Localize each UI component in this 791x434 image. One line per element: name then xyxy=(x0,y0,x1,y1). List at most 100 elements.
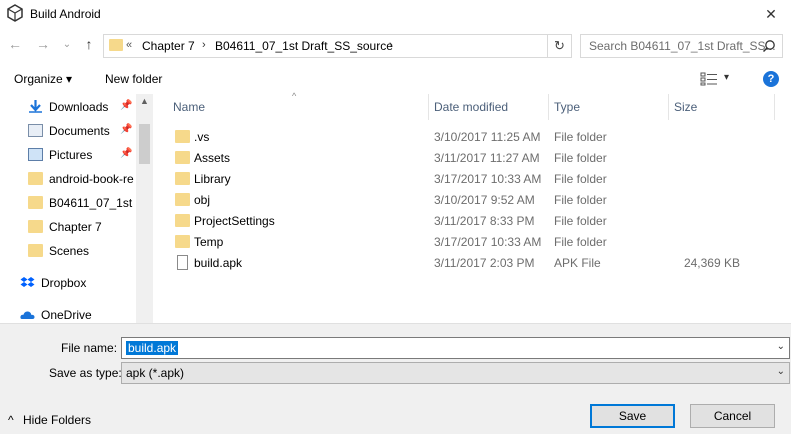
table-row[interactable]: ProjectSettings 3/11/2017 8:33 PM File f… xyxy=(153,210,773,231)
file-date: 3/17/2017 10:33 AM xyxy=(434,172,542,186)
search-icon xyxy=(762,40,775,53)
chevron-right-icon[interactable]: › xyxy=(202,39,206,51)
pin-icon[interactable]: 📌 xyxy=(120,124,132,135)
file-date: 3/10/2017 11:25 AM xyxy=(434,130,541,144)
view-options-icon[interactable] xyxy=(700,72,718,86)
pictures-icon xyxy=(28,148,43,161)
sidebar-item-android-book[interactable]: android-book-re xyxy=(0,168,136,190)
sidebar-item-downloads[interactable]: Downloads 📌 xyxy=(0,96,136,118)
column-divider[interactable] xyxy=(668,94,669,120)
column-divider[interactable] xyxy=(774,94,775,120)
overflow-chevron-icon[interactable]: « xyxy=(126,39,132,51)
column-divider[interactable] xyxy=(548,94,549,120)
chevron-down-icon[interactable]: ⌄ xyxy=(777,341,785,352)
back-button[interactable]: ← xyxy=(6,36,24,52)
scrollbar-thumb[interactable] xyxy=(139,124,150,164)
refresh-button[interactable]: ↻ xyxy=(548,34,572,58)
sidebar-item-label: Dropbox xyxy=(41,276,87,290)
recent-locations-button[interactable]: ⌄ xyxy=(58,39,76,50)
sidebar-item-dropbox[interactable]: Dropbox xyxy=(0,272,136,294)
file-type: File folder xyxy=(554,172,607,186)
file-date: 3/10/2017 9:52 AM xyxy=(434,193,535,207)
sidebar-item-label: Pictures xyxy=(49,148,93,162)
file-name: Assets xyxy=(194,151,231,165)
download-icon xyxy=(29,100,42,113)
pin-icon[interactable]: 📌 xyxy=(120,100,132,111)
view-dropdown-button[interactable]: ▾ xyxy=(724,72,729,83)
file-name-label: File name: xyxy=(61,341,118,355)
close-button[interactable]: ✕ xyxy=(751,0,791,28)
chevron-down-icon[interactable]: ⌄ xyxy=(777,366,785,377)
sidebar-item-label: android-book-re xyxy=(49,172,134,186)
search-input[interactable]: Search B04611_07_1st Draft_SS... xyxy=(580,34,783,58)
column-header-name[interactable]: Name xyxy=(173,100,205,114)
sidebar-item-onedrive[interactable]: OneDrive xyxy=(0,304,136,323)
folder-icon xyxy=(175,214,190,227)
search-placeholder: Search B04611_07_1st Draft_SS... xyxy=(589,39,776,53)
folder-icon xyxy=(175,151,190,164)
unity-logo-icon xyxy=(7,4,23,22)
pin-icon[interactable]: 📌 xyxy=(120,148,132,159)
file-type: File folder xyxy=(554,130,607,144)
breadcrumb-chapter-7[interactable]: Chapter 7 xyxy=(142,39,195,53)
table-row[interactable]: Library 3/17/2017 10:33 AM File folder xyxy=(153,168,773,189)
file-date: 3/11/2017 8:33 PM xyxy=(434,214,535,228)
sidebar-item-documents[interactable]: Documents 📌 xyxy=(0,120,136,142)
table-row[interactable]: Temp 3/17/2017 10:33 AM File folder xyxy=(153,231,773,252)
file-name: ProjectSettings xyxy=(194,214,275,228)
sidebar-scrollbar[interactable]: ▲ xyxy=(136,94,153,323)
sidebar-item-label: B04611_07_1st D xyxy=(49,196,145,210)
hide-folders-label: Hide Folders xyxy=(22,413,92,427)
column-header-type[interactable]: Type xyxy=(554,100,580,114)
sidebar-item-pictures[interactable]: Pictures 📌 xyxy=(0,144,136,166)
sidebar-item-label: Scenes xyxy=(49,244,90,258)
table-row[interactable]: Assets 3/11/2017 11:27 AM File folder xyxy=(153,147,773,168)
file-list[interactable]: ^ Name Date modified Type Size .vs 3/10/… xyxy=(153,91,791,323)
sidebar-item-chapter-7[interactable]: Chapter 7 xyxy=(0,216,136,238)
table-row[interactable]: obj 3/10/2017 9:52 AM File folder xyxy=(153,189,773,210)
sidebar-item-scenes[interactable]: Scenes xyxy=(0,240,136,262)
command-toolbar: Organize ▾ New folder ▾ xyxy=(0,64,791,94)
table-row[interactable]: .vs 3/10/2017 11:25 AM File folder xyxy=(153,126,773,147)
save-type-select[interactable]: apk (*.apk) ⌄ xyxy=(121,362,790,384)
file-name: build.apk xyxy=(194,256,243,270)
table-row[interactable]: build.apk 3/11/2017 2:03 PM APK File 24,… xyxy=(153,252,773,273)
file-name-value[interactable]: build.apk xyxy=(126,341,179,355)
column-header-date[interactable]: Date modified xyxy=(434,100,508,114)
hide-folders-button[interactable]: ^ Hide Folders xyxy=(8,413,91,427)
folder-icon xyxy=(175,193,190,206)
file-type: File folder xyxy=(554,193,607,207)
save-button[interactable]: Save xyxy=(590,404,675,428)
file-icon xyxy=(177,255,188,270)
close-icon: ✕ xyxy=(765,5,777,22)
file-type: File folder xyxy=(554,214,607,228)
column-header-size[interactable]: Size xyxy=(674,100,697,114)
new-folder-button[interactable]: New folder xyxy=(105,72,162,86)
forward-button[interactable]: → xyxy=(34,36,52,52)
file-date: 3/11/2017 2:03 PM xyxy=(434,256,535,270)
column-divider[interactable] xyxy=(428,94,429,120)
refresh-icon: ↻ xyxy=(554,38,565,53)
sidebar-item-b04611[interactable]: B04611_07_1st D xyxy=(0,192,144,214)
sidebar-item-label: Documents xyxy=(49,124,110,138)
organize-menu[interactable]: Organize ▾ xyxy=(14,72,72,86)
save-panel: File name: build.apk ⌄ Save as type: apk… xyxy=(0,323,791,434)
chevron-right-icon[interactable]: › xyxy=(389,39,393,51)
breadcrumb-source-folder[interactable]: B04611_07_1st Draft_SS_source xyxy=(215,39,393,53)
file-name: .vs xyxy=(194,130,210,144)
title-bar: Build Android ✕ xyxy=(0,0,791,28)
navigation-pane[interactable]: Downloads 📌 Documents 📌 Pictures 📌 andro… xyxy=(0,94,153,323)
save-type-label: Save as type: xyxy=(49,366,122,380)
onedrive-icon xyxy=(20,311,35,319)
up-button[interactable]: ↑ xyxy=(80,36,98,52)
save-type-value: apk (*.apk) xyxy=(126,366,185,380)
help-icon[interactable]: ? xyxy=(763,71,779,87)
scroll-up-arrow-icon[interactable]: ▲ xyxy=(136,96,153,106)
documents-icon xyxy=(28,124,43,137)
file-type: File folder xyxy=(554,151,607,165)
cancel-button[interactable]: Cancel xyxy=(690,404,775,428)
address-bar[interactable]: « Chapter 7 › B04611_07_1st Draft_SS_sou… xyxy=(103,34,644,58)
file-type: APK File xyxy=(554,256,601,270)
file-name-field[interactable]: build.apk ⌄ xyxy=(121,337,790,359)
file-date: 3/17/2017 10:33 AM xyxy=(434,235,542,249)
